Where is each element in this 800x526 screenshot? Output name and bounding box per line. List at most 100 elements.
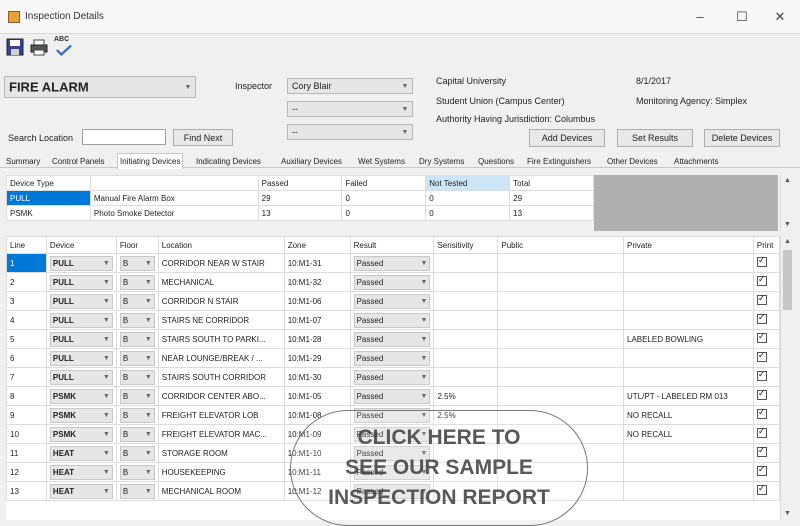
public-cell[interactable] — [497, 348, 625, 368]
print-checkbox[interactable] — [756, 331, 767, 343]
zone-cell[interactable]: 10:M1-30 — [283, 367, 351, 387]
save-icon[interactable] — [6, 38, 24, 56]
table-row[interactable]: 8 PSMK ▼ B ▼ CORRIDOR CENTER ABO... 10:M1-05 Pa… — [6, 386, 780, 406]
inspector2-select[interactable]: -- ▼ — [287, 101, 413, 117]
scroll-up-icon[interactable]: ▲ — [781, 175, 794, 187]
col-sensitivity[interactable]: Sensitivity — [433, 236, 499, 254]
floor-cell[interactable]: B ▼ — [115, 310, 159, 330]
summary-col-description[interactable] — [89, 175, 259, 191]
zone-cell[interactable]: 10:M1-28 — [283, 329, 351, 349]
line-cell[interactable]: 13 — [6, 481, 47, 501]
col-zone[interactable]: Zone — [283, 236, 351, 254]
private-cell[interactable] — [623, 348, 754, 368]
device-select[interactable]: PULL ▼ — [49, 293, 113, 309]
floor-cell[interactable]: B ▼ — [115, 253, 159, 273]
scroll-thumb[interactable] — [783, 250, 792, 310]
result-cell[interactable]: Passed ▼ — [349, 272, 435, 292]
device-cell[interactable]: HEAT ▼ — [45, 443, 117, 463]
location-cell[interactable]: FREIGHT ELEVATOR LOB — [157, 405, 285, 425]
device-cell[interactable]: PULL ▼ — [45, 272, 117, 292]
private-cell[interactable] — [623, 367, 754, 387]
location-cell[interactable]: FREIGHT ELEVATOR MAC... — [157, 424, 285, 444]
floor-select[interactable]: B ▼ — [119, 426, 155, 442]
private-cell[interactable] — [623, 272, 754, 292]
print-checkbox[interactable] — [756, 312, 767, 324]
result-cell[interactable]: Passed ▼ — [349, 310, 435, 330]
table-row[interactable]: 7 PULL ▼ B ▼ STAIRS SOUTH CORRIDOR 10:M1-30 Pas… — [6, 367, 780, 387]
summary-row[interactable]: PSMK Photo Smoke Detector 13 0 0 13 — [6, 205, 594, 221]
scroll-down-icon[interactable]: ▼ — [781, 219, 794, 231]
print-cell[interactable] — [752, 462, 780, 482]
close-button[interactable]: ✕ — [760, 6, 800, 28]
summary-col-device-type[interactable]: Device Type — [6, 175, 91, 191]
print-checkbox[interactable] — [756, 350, 767, 362]
device-select[interactable]: PSMK ▼ — [49, 426, 113, 442]
device-cell[interactable]: PULL ▼ — [45, 329, 117, 349]
result-select[interactable]: Passed ▼ — [353, 350, 431, 366]
floor-select[interactable]: B ▼ — [119, 445, 155, 461]
device-cell[interactable]: PSMK ▼ — [45, 405, 117, 425]
tab-fire-extinguishers[interactable]: Fire Extinguishers — [525, 155, 593, 168]
print-cell[interactable] — [752, 291, 780, 311]
print-cell[interactable] — [752, 348, 780, 368]
device-select[interactable]: PSMK ▼ — [49, 388, 113, 404]
line-cell[interactable]: 10 — [6, 424, 47, 444]
device-select[interactable]: PULL ▼ — [49, 274, 113, 290]
private-cell[interactable]: UTL/PT - LABELED RM 013 — [623, 386, 754, 406]
floor-select[interactable]: B ▼ — [119, 293, 155, 309]
print-cell[interactable] — [752, 272, 780, 292]
device-cell[interactable]: HEAT ▼ — [45, 481, 117, 501]
private-cell[interactable] — [623, 291, 754, 311]
device-cell[interactable]: PULL ▼ — [45, 291, 117, 311]
col-public[interactable]: Public — [497, 236, 625, 254]
summary-scrollbar[interactable]: ▲ ▼ — [780, 175, 794, 231]
device-cell[interactable]: PULL ▼ — [45, 310, 117, 330]
floor-select[interactable]: B ▼ — [119, 464, 155, 480]
summary-col-failed[interactable]: Failed — [341, 175, 427, 191]
device-select[interactable]: PULL ▼ — [49, 312, 113, 328]
result-cell[interactable]: Passed ▼ — [349, 329, 435, 349]
col-location[interactable]: Location — [157, 236, 285, 254]
device-cell[interactable]: HEAT ▼ — [45, 462, 117, 482]
public-cell[interactable] — [497, 367, 625, 387]
line-cell[interactable]: 8 — [6, 386, 47, 406]
public-cell[interactable] — [497, 386, 625, 406]
private-cell[interactable]: LABELED BOWLING — [623, 329, 754, 349]
print-cell[interactable] — [752, 329, 780, 349]
zone-cell[interactable]: 10:M1-32 — [283, 272, 351, 292]
result-select[interactable]: Passed ▼ — [353, 293, 431, 309]
floor-cell[interactable]: B ▼ — [115, 272, 159, 292]
col-private[interactable]: Private — [623, 236, 754, 254]
tab-questions[interactable]: Questions — [476, 155, 516, 168]
result-cell[interactable]: Passed ▼ — [349, 386, 435, 406]
print-cell[interactable] — [752, 443, 780, 463]
sensitivity-cell[interactable] — [433, 329, 499, 349]
tab-summary[interactable]: Summary — [4, 155, 42, 168]
zone-cell[interactable]: 10:M1-06 — [283, 291, 351, 311]
location-cell[interactable]: MECHANICAL ROOM — [157, 481, 285, 501]
sensitivity-cell[interactable] — [433, 291, 499, 311]
zone-cell[interactable]: 10:M1-31 — [283, 253, 351, 273]
line-cell[interactable]: 5 — [6, 329, 47, 349]
add-devices-button[interactable]: Add Devices — [529, 129, 605, 147]
floor-select[interactable]: B ▼ — [119, 312, 155, 328]
private-cell[interactable]: NO RECALL — [623, 424, 754, 444]
print-checkbox[interactable] — [756, 464, 767, 476]
print-checkbox[interactable] — [756, 255, 767, 267]
result-cell[interactable]: Passed ▼ — [349, 348, 435, 368]
find-next-button[interactable]: Find Next — [173, 129, 233, 146]
floor-select[interactable]: B ▼ — [119, 407, 155, 423]
result-select[interactable]: Passed ▼ — [353, 274, 431, 290]
sensitivity-cell[interactable] — [433, 348, 499, 368]
floor-cell[interactable]: B ▼ — [115, 405, 159, 425]
result-cell[interactable]: Passed ▼ — [349, 291, 435, 311]
floor-select[interactable]: B ▼ — [119, 274, 155, 290]
grid-scrollbar[interactable]: ▲ ▼ — [780, 236, 794, 520]
public-cell[interactable] — [497, 310, 625, 330]
floor-cell[interactable]: B ▼ — [115, 291, 159, 311]
private-cell[interactable] — [623, 462, 754, 482]
summary-row[interactable]: PULL Manual Fire Alarm Box 29 0 0 29 — [6, 190, 594, 206]
device-cell[interactable]: PSMK ▼ — [45, 424, 117, 444]
scroll-down-icon[interactable]: ▼ — [781, 508, 794, 520]
tab-control-panels[interactable]: Control Panels — [50, 155, 106, 168]
